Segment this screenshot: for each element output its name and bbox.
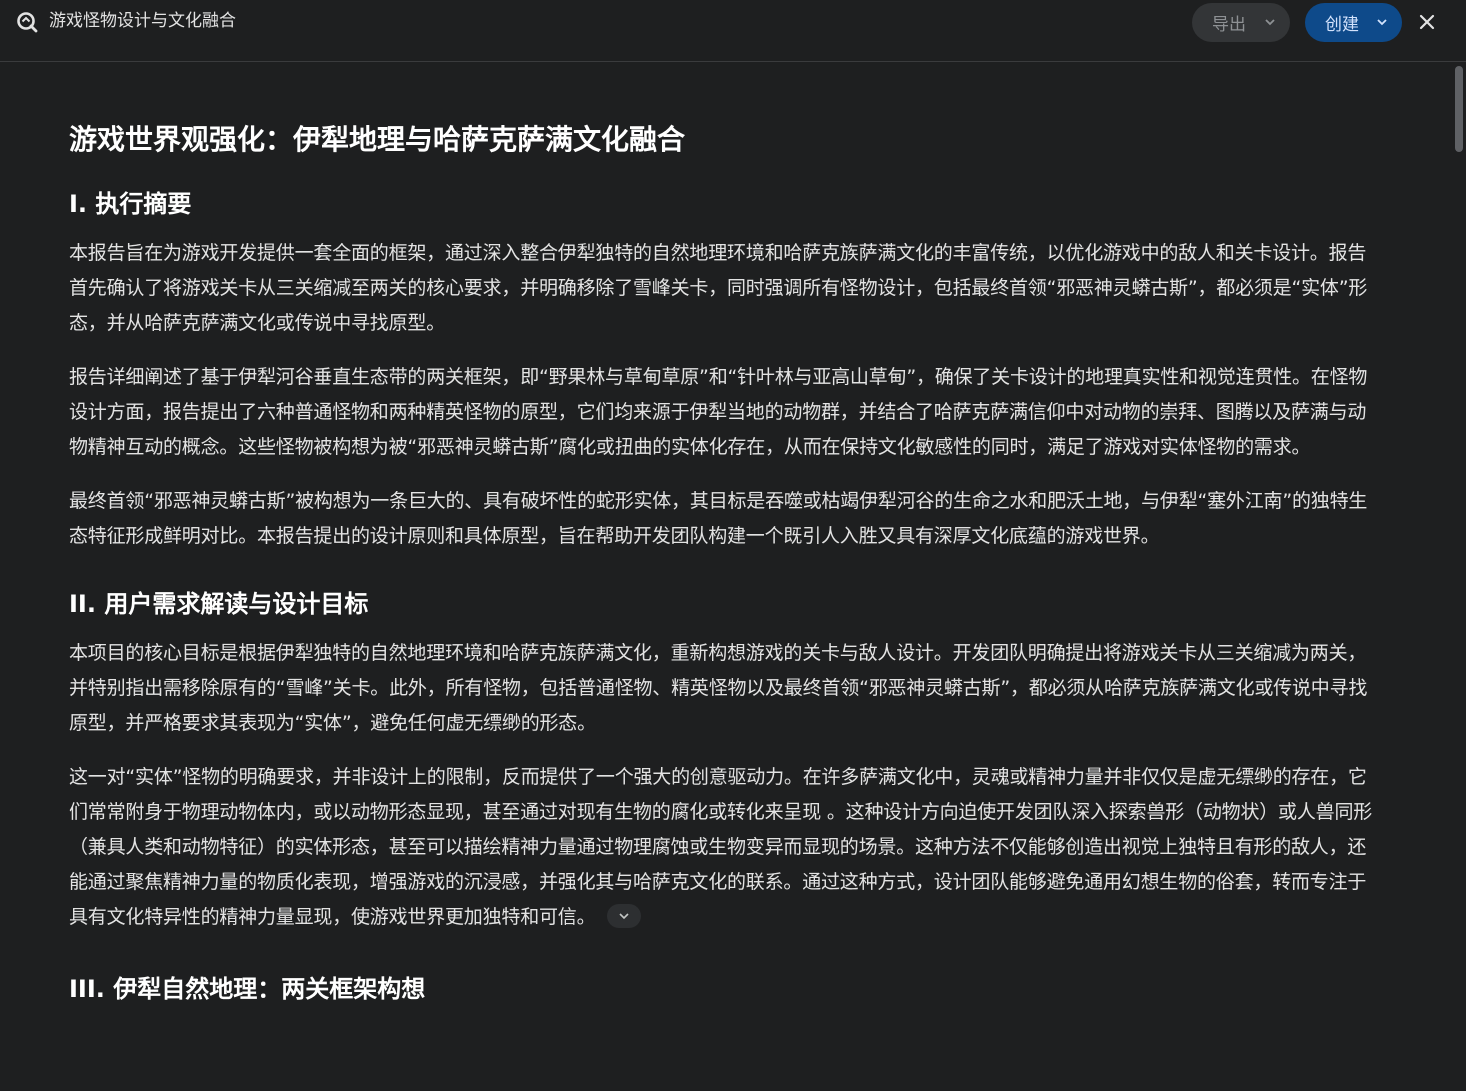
paragraph: 本报告旨在为游戏开发提供一套全面的框架，通过深入整合伊犁独特的自然地理环境和哈萨… bbox=[69, 242, 1368, 334]
document-title: 游戏怪物设计与文化融合 bbox=[49, 11, 236, 31]
paragraph: 报告详细阐述了基于伊犁河谷垂直生态带的两关框架，即“野果林与草甸草原”和“针叶林… bbox=[69, 366, 1368, 458]
app-logo-icon bbox=[17, 12, 38, 33]
close-icon[interactable] bbox=[1415, 10, 1439, 34]
paragraph: 最终首领“邪恶神灵蟒古斯”被构想为一条巨大的、具有破坏性的蛇形实体，其目标是吞噬… bbox=[69, 490, 1368, 547]
paragraph-text: 这一对“实体”怪物的明确要求，并非设计上的限制，反而提供了一个强大的创意驱动力。… bbox=[69, 766, 1373, 928]
scrollbar-thumb[interactable] bbox=[1455, 66, 1463, 152]
report-title: 游戏世界观强化：伊犁地理与哈萨克萨满文化融合 bbox=[69, 123, 686, 156]
paragraph: 本项目的核心目标是根据伊犁独特的自然地理环境和哈萨克族萨满文化，重新构想游戏的关… bbox=[69, 642, 1368, 734]
expand-toggle-button[interactable] bbox=[607, 903, 642, 928]
chevron-down-icon bbox=[1265, 19, 1275, 26]
chevron-down-icon bbox=[1377, 19, 1387, 26]
top-bar: 游戏怪物设计与文化融合 导出 创建 bbox=[0, 0, 1466, 62]
section-heading: III. 伊犁自然地理：两关框架构想 bbox=[69, 975, 426, 1003]
scrollbar-track[interactable] bbox=[1451, 63, 1466, 1091]
export-button[interactable]: 导出 bbox=[1192, 3, 1290, 42]
create-button-label: 创建 bbox=[1325, 15, 1359, 35]
paragraph: 这一对“实体”怪物的明确要求，并非设计上的限制，反而提供了一个强大的创意驱动力。… bbox=[69, 760, 1379, 935]
section-heading: I. 执行摘要 bbox=[69, 190, 192, 218]
section-heading: II. 用户需求解读与设计目标 bbox=[69, 590, 369, 618]
create-button[interactable]: 创建 bbox=[1305, 3, 1402, 42]
document-body: 游戏世界观强化：伊犁地理与哈萨克萨满文化融合 I. 执行摘要 本报告旨在为游戏开… bbox=[69, 120, 1379, 1021]
chevron-down-icon bbox=[619, 912, 629, 919]
export-button-label: 导出 bbox=[1212, 15, 1246, 35]
